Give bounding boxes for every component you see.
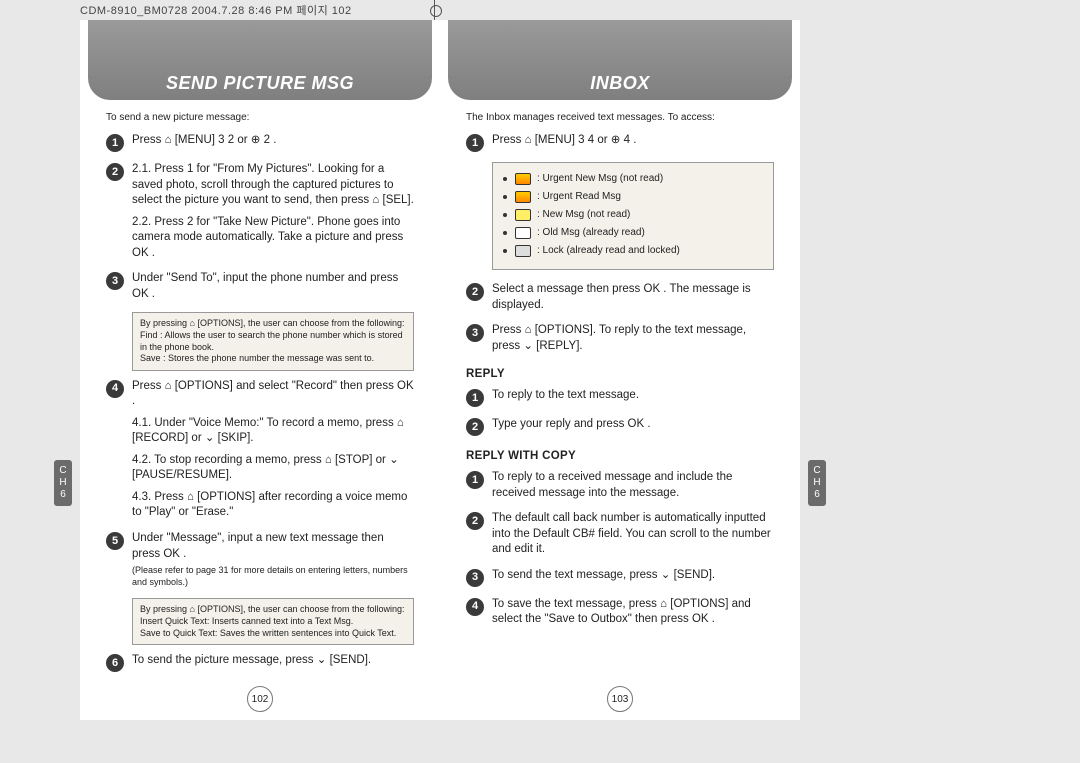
step-5: 5 Under "Message", input a new text mess… (106, 531, 414, 588)
reply-step-1: 1 To reply to the text message. (466, 388, 774, 407)
rc-step-4: 4 To save the text message, press ⌂ [OPT… (466, 597, 774, 628)
step-number-icon: 2 (466, 418, 484, 436)
header-left: SEND PICTURE MSG (88, 20, 432, 100)
step-2: 2 Select a message then press OK . The m… (466, 282, 774, 313)
options-note-1: By pressing ⌂ [OPTIONS], the user can ch… (132, 312, 414, 371)
chapter-tab-right: C H 6 (808, 460, 826, 506)
step-number-icon: 4 (466, 598, 484, 616)
options-note-2: By pressing ⌂ [OPTIONS], the user can ch… (132, 598, 414, 645)
step-1: 1 Press ⌂ [MENU] 3 4 or ⊕ 4 . (466, 133, 774, 152)
legend-urgent-new: : Urgent New Msg (not read) (503, 171, 763, 187)
step-number-icon: 6 (106, 654, 124, 672)
subhead-reply-with-copy: REPLY WITH COPY (466, 450, 774, 462)
legend-lock: : Lock (already read and locked) (503, 243, 763, 259)
header-right: INBOX (448, 20, 792, 100)
step-3: 3 Press ⌂ [OPTIONS]. To reply to the tex… (466, 323, 774, 354)
envelope-icon (515, 191, 531, 203)
step-number-icon: 2 (106, 163, 124, 181)
legend-urgent-read: : Urgent Read Msg (503, 189, 763, 205)
chapter-tab-left: C H 6 (54, 460, 72, 506)
rc-step-2: 2 The default call back number is automa… (466, 511, 774, 558)
page-title: SEND PICTURE MSG (166, 73, 354, 94)
page-number: 102 (247, 686, 273, 712)
registration-circle (430, 5, 442, 17)
step-2: 2 2.1. Press 1 for "From My Pictures". L… (106, 162, 414, 261)
envelope-icon (515, 227, 531, 239)
content-left: To send a new picture message: 1 Press ⌂… (106, 112, 414, 672)
step-number-icon: 1 (466, 389, 484, 407)
legend-new: : New Msg (not read) (503, 207, 763, 223)
step-1: 1 Press ⌂ [MENU] 3 2 or ⊕ 2 . (106, 133, 414, 152)
step-number-icon: 2 (466, 512, 484, 530)
step-number-icon: 1 (466, 471, 484, 489)
content-right: The Inbox manages received text messages… (466, 112, 774, 628)
page-spread: SEND PICTURE MSG C H 6 To send a new pic… (80, 20, 800, 720)
reply-step-2: 2 Type your reply and press OK . (466, 417, 774, 436)
legend-old: : Old Msg (already read) (503, 225, 763, 241)
step-3: 3 Under "Send To", input the phone numbe… (106, 271, 414, 302)
envelope-icon (515, 209, 531, 221)
intro-text: To send a new picture message: (106, 112, 414, 123)
step-4: 4 Press ⌂ [OPTIONS] and select "Record" … (106, 379, 414, 521)
step-number-icon: 3 (466, 324, 484, 342)
envelope-icon (515, 173, 531, 185)
step-number-icon: 1 (106, 134, 124, 152)
page-title: INBOX (590, 73, 650, 94)
intro-text: The Inbox manages received text messages… (466, 112, 774, 123)
step-number-icon: 4 (106, 380, 124, 398)
page-left: SEND PICTURE MSG C H 6 To send a new pic… (80, 20, 440, 720)
print-meta-line: CDM-8910_BM0728 2004.7.28 8:46 PM 페이지 10… (80, 2, 352, 18)
step-6: 6 To send the picture message, press ⌄ [… (106, 653, 414, 672)
rc-step-1: 1 To reply to a received message and inc… (466, 470, 774, 501)
subhead-reply: REPLY (466, 368, 774, 380)
step-number-icon: 3 (106, 272, 124, 290)
page-number: 103 (607, 686, 633, 712)
inbox-legend: : Urgent New Msg (not read) : Urgent Rea… (492, 162, 774, 270)
step-number-icon: 3 (466, 569, 484, 587)
step-number-icon: 1 (466, 134, 484, 152)
rc-step-3: 3 To send the text message, press ⌄ [SEN… (466, 568, 774, 587)
step-number-icon: 2 (466, 283, 484, 301)
step-number-icon: 5 (106, 532, 124, 550)
page-right: INBOX C H 6 The Inbox manages received t… (440, 20, 800, 720)
lock-icon (515, 245, 531, 257)
